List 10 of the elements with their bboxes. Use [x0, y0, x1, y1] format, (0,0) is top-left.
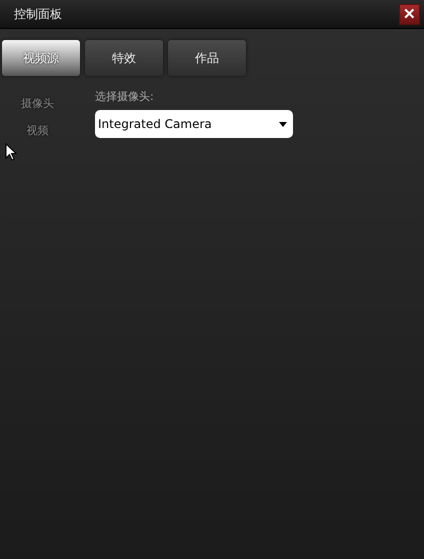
sidebar-item[interactable]: 摄像头: [21, 96, 54, 111]
caret-icon: [279, 122, 287, 126]
sidebar-item[interactable]: 视频: [26, 123, 48, 138]
camera-label: 选择摄像头:: [95, 89, 155, 104]
tab[interactable]: 作品: [168, 40, 246, 76]
cursor-icon: [5, 143, 17, 161]
camera-dropdown[interactable]: Integrated Camera: [95, 110, 293, 138]
close-button[interactable]: ✕: [399, 4, 420, 24]
tab[interactable]: 特效: [85, 40, 163, 76]
window-title: 控制面板: [14, 6, 62, 22]
